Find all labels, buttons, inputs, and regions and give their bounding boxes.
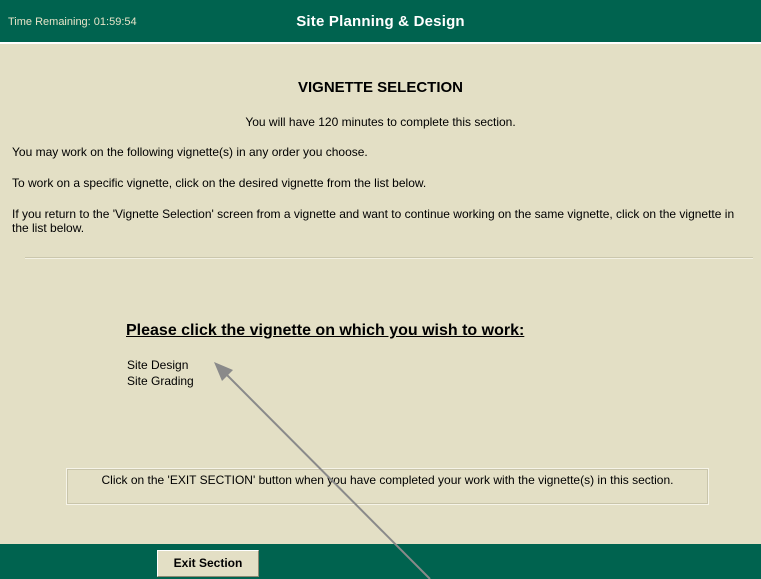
vignette-list: Site Design Site Grading (127, 357, 194, 389)
main-panel: VIGNETTE SELECTION You will have 120 min… (0, 44, 761, 544)
instruction-select: To work on a specific vignette, click on… (12, 176, 427, 190)
vignette-site-grading[interactable]: Site Grading (127, 373, 194, 389)
app-window: Time Remaining: 01:59:54 Site Planning &… (0, 0, 761, 579)
vignette-prompt: Please click the vignette on which you w… (126, 322, 525, 339)
vignette-site-design[interactable]: Site Design (127, 357, 194, 373)
title-bar: Time Remaining: 01:59:54 Site Planning &… (0, 0, 761, 44)
instruction-return: If you return to the 'Vignette Selection… (12, 207, 735, 235)
exit-instructions: Click on the 'EXIT SECTION' button when … (66, 468, 709, 505)
time-limit-note: You will have 120 minutes to complete th… (245, 115, 516, 129)
app-title: Site Planning & Design (296, 13, 465, 30)
instruction-order: You may work on the following vignette(s… (12, 145, 368, 159)
divider (25, 257, 753, 259)
page-title: VIGNETTE SELECTION (297, 79, 463, 96)
exit-section-button[interactable]: Exit Section (157, 550, 259, 577)
footer-bar: Exit Section (0, 544, 761, 579)
